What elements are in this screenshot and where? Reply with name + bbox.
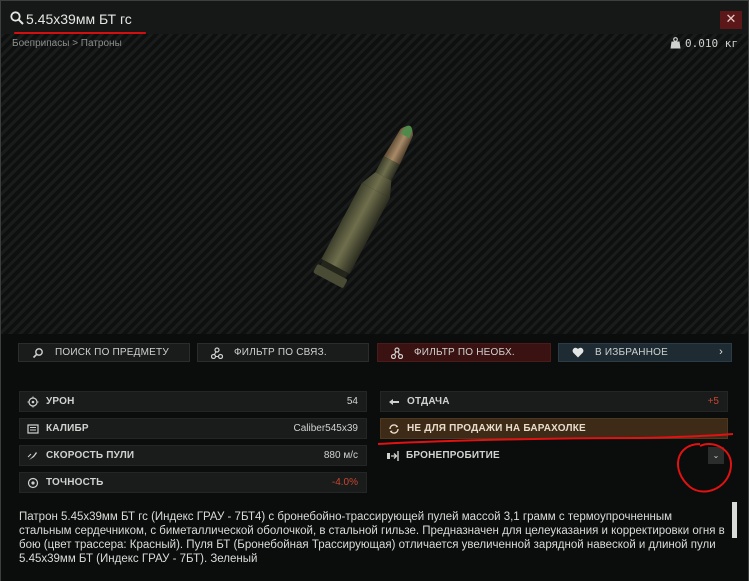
stat-caliber: КАЛИБР Caliber545x39 [19,418,367,439]
stat-bullet-speed-label: СКОРОСТЬ ПУЛИ [46,450,135,461]
search-by-item-label: ПОИСК ПО ПРЕДМЕТУ [55,347,169,358]
item-window-titlebar: 5.45x39мм БТ гс ✕ [0,0,749,34]
penetration-expand-button[interactable]: ⌄ [708,447,724,464]
not-for-flea-market-label: НЕ ДЛЯ ПРОДАЖИ НА БАРАХОЛКЕ [407,423,586,434]
heart-icon [571,346,585,360]
stat-recoil-label: ОТДАЧА [407,396,450,407]
search-icon [10,11,24,25]
stat-accuracy-label: ТОЧНОСТЬ [46,477,104,488]
bullet-speed-icon [26,449,40,463]
filter-by-linked-label: ФИЛЬТР ПО СВЯЗ. [234,347,327,358]
add-to-favorites-button[interactable]: В ИЗБРАННОЕ › [558,343,732,362]
penetration-icon [386,449,400,463]
no-sale-icon [387,422,401,436]
stat-damage-label: УРОН [46,396,75,407]
not-for-flea-market-badge: НЕ ДЛЯ ПРОДАЖИ НА БАРАХОЛКЕ [380,418,728,439]
item-weight: 0.010 кг [670,37,738,50]
item-description-panel: Патрон 5.45x39мм БТ гс (Индекс ГРАУ - 7Б… [0,496,749,581]
link-filter-icon [210,346,224,360]
accuracy-icon [26,476,40,490]
item-weight-value: 0.010 кг [685,37,738,50]
item-title: 5.45x39мм БТ гс [26,11,132,27]
stat-caliber-label: КАЛИБР [46,423,89,434]
breadcrumb[interactable]: Боеприпасы > Патроны [12,38,122,49]
stat-damage: УРОН 54 [19,391,367,412]
action-bar: ПОИСК ПО ПРЕДМЕТУ ФИЛЬТР ПО СВЯЗ. ФИЛЬТР… [0,334,749,386]
stat-bullet-speed: СКОРОСТЬ ПУЛИ 880 м/с [19,445,367,466]
item-preview: Боеприпасы > Патроны 0.010 кг [0,34,749,334]
stat-damage-value: 54 [346,396,358,407]
stat-bullet-speed-value: 880 м/с [323,450,358,461]
caliber-icon [26,422,40,436]
add-to-favorites-label: В ИЗБРАННОЕ [595,347,669,358]
description-scrollbar[interactable] [732,502,737,538]
required-filter-icon [390,346,404,360]
filter-by-required-label: ФИЛЬТР ПО НЕОБХ. [414,347,515,358]
damage-icon [26,395,40,409]
cartridge-image [313,125,414,288]
stat-accuracy: ТОЧНОСТЬ -4.0% [19,472,367,493]
filter-by-required-button[interactable]: ФИЛЬТР ПО НЕОБХ. [377,343,551,362]
filter-by-linked-button[interactable]: ФИЛЬТР ПО СВЯЗ. [197,343,369,362]
close-button[interactable]: ✕ [720,11,742,29]
search-by-item-button[interactable]: ПОИСК ПО ПРЕДМЕТУ [18,343,190,362]
stat-penetration: БРОНЕПРОБИТИЕ 37 ⌄ [380,445,728,466]
stat-accuracy-value: -4.0% [331,477,358,488]
search-icon [31,346,45,360]
weight-icon [670,37,681,49]
stat-penetration-label: БРОНЕПРОБИТИЕ [406,450,500,461]
stat-caliber-value: Caliber545x39 [293,423,359,434]
stat-recoil: ОТДАЧА +5 [380,391,728,412]
chevron-right-icon: › [719,346,723,358]
recoil-icon [387,395,401,409]
item-stats: УРОН 54 КАЛИБР Caliber545x39 СКОРОСТЬ ПУ… [0,386,749,496]
stat-recoil-value: +5 [707,396,719,407]
item-description: Патрон 5.45x39мм БТ гс (Индекс ГРАУ - 7Б… [19,511,725,565]
